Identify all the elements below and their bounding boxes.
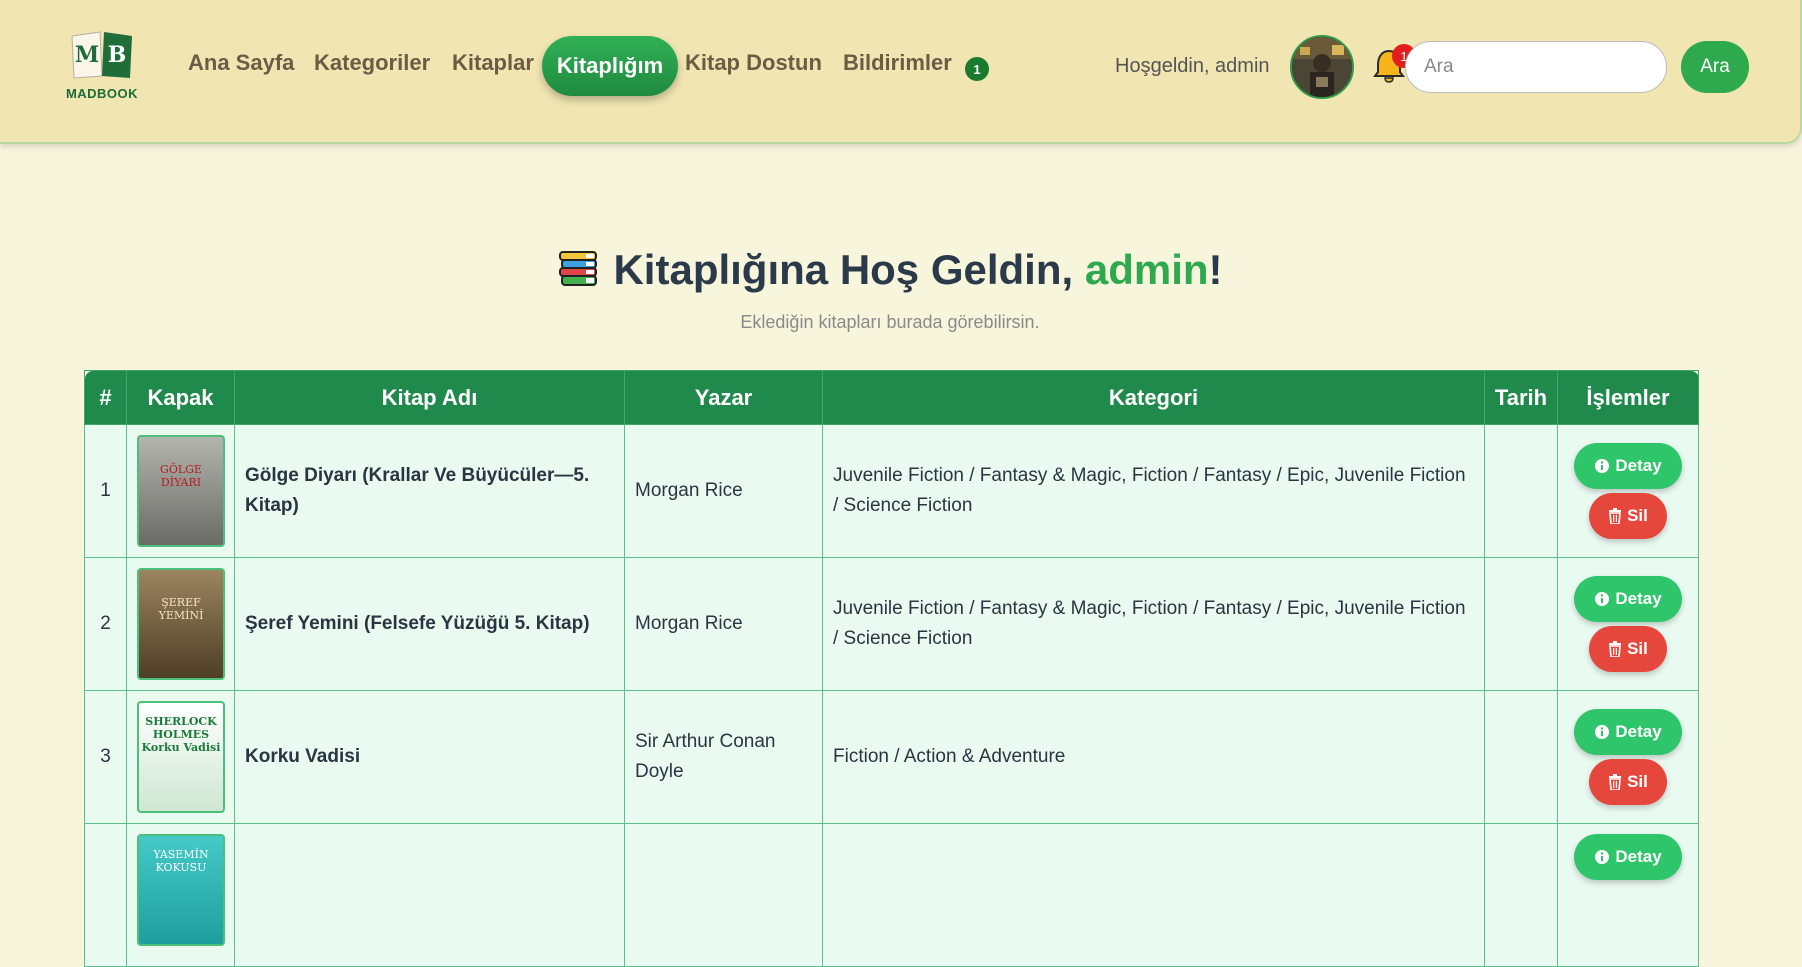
delete-label: Sil (1627, 772, 1648, 791)
info-icon (1595, 850, 1610, 864)
table-row: 1 GÖLGE DİYARI Gölge Diyarı (Krallar Ve … (84, 424, 1699, 558)
book-date (1484, 557, 1558, 691)
info-icon (1595, 725, 1610, 739)
cover-cell: YASEMİN KOKUSU (126, 823, 235, 967)
delete-button[interactable]: Sil (1589, 626, 1667, 672)
col-header-author[interactable]: Yazar (624, 370, 823, 425)
actions-cell: Detay Sil (1557, 557, 1699, 691)
table-row: 2 ŞEREF YEMİNİ Şeref Yemini (Felsefe Yüz… (84, 557, 1699, 691)
books-icon (559, 251, 598, 286)
cover-cell: GÖLGE DİYARI (126, 424, 235, 558)
trash-icon (1609, 508, 1622, 524)
svg-text:B: B (108, 42, 127, 68)
detail-label: Detay (1615, 847, 1662, 866)
page-title-suffix: ! (1208, 246, 1223, 293)
cover-title: SHERLOCK HOLMES Korku Vadisi (141, 715, 221, 754)
col-header-category[interactable]: Kategori (822, 370, 1485, 425)
search-button[interactable]: Ara (1681, 41, 1749, 93)
row-number: 3 (84, 690, 127, 824)
delete-button[interactable]: Sil (1589, 759, 1667, 805)
delete-button[interactable]: Sil (1589, 493, 1667, 539)
trash-icon (1609, 774, 1622, 790)
info-icon (1595, 592, 1610, 606)
avatar-image (1292, 37, 1352, 97)
detail-button[interactable]: Detay (1574, 443, 1682, 489)
nav-home[interactable]: Ana Sayfa (188, 50, 294, 76)
col-header-cover[interactable]: Kapak (126, 370, 235, 425)
logo[interactable]: M B MADBOOK (62, 28, 142, 104)
col-header-title[interactable]: Kitap Adı (234, 370, 625, 425)
col-header-date[interactable]: Tarih (1484, 370, 1558, 425)
navbar: M B MADBOOK Ana Sayfa Kategoriler Kitapl… (0, 0, 1802, 144)
detail-button[interactable]: Detay (1574, 834, 1682, 880)
nav-categories[interactable]: Kategoriler (314, 50, 430, 76)
actions-cell: Detay Sil (1557, 424, 1699, 558)
book-date (1484, 823, 1558, 967)
book-title: Korku Vadisi (234, 690, 625, 824)
nav-book-friend[interactable]: Kitap Dostun (685, 50, 822, 76)
page-title-prefix: Kitaplığına Hoş Geldin, (613, 246, 1085, 293)
cover-title: ŞEREF YEMİNİ (158, 596, 204, 622)
info-icon (1595, 459, 1610, 473)
actions-cell: Detay (1557, 823, 1699, 967)
row-number: 2 (84, 557, 127, 691)
table-header-row: # Kapak Kitap Adı Yazar Kategori Tarih İ… (84, 370, 1699, 425)
book-category (822, 823, 1485, 967)
nav-notifications[interactable]: Bildirimler (843, 50, 952, 76)
book-category: Juvenile Fiction / Fantasy & Magic, Fict… (822, 557, 1485, 691)
greeting-text: Hoşgeldin, admin (1115, 55, 1270, 77)
detail-button[interactable]: Detay (1574, 576, 1682, 622)
table-row: YASEMİN KOKUSU Detay (84, 823, 1699, 967)
row-number: 1 (84, 424, 127, 558)
book-cover[interactable]: YASEMİN KOKUSU (137, 834, 225, 946)
svg-text:M: M (75, 42, 99, 68)
detail-button[interactable]: Detay (1574, 709, 1682, 755)
page-subtitle: Eklediğin kitapları burada görebilirsin. (740, 312, 1040, 332)
trash-icon (1609, 641, 1622, 657)
cover-title: GÖLGE DİYARI (160, 463, 202, 489)
book-title: Şeref Yemini (Felsefe Yüzüğü 5. Kitap) (234, 557, 625, 691)
detail-label: Detay (1615, 589, 1662, 608)
book-title (234, 823, 625, 967)
book-author: Morgan Rice (624, 424, 823, 558)
book-cover[interactable]: GÖLGE DİYARI (137, 435, 225, 547)
book-logo-icon: M B (71, 31, 132, 79)
book-author: Morgan Rice (624, 557, 823, 691)
delete-label: Sil (1627, 506, 1648, 525)
col-header-actions[interactable]: İşlemler (1557, 370, 1699, 425)
book-title: Gölge Diyarı (Krallar Ve Büyücüler—5. Ki… (234, 424, 625, 558)
actions-cell: Detay Sil (1557, 690, 1699, 824)
avatar[interactable] (1290, 35, 1354, 99)
page-title-username: admin (1084, 246, 1209, 293)
page-title: Kitaplığına Hoş Geldin, admin! (0, 246, 1780, 294)
col-header-number[interactable]: # (84, 370, 127, 425)
book-author: Sir Arthur Conan Doyle (624, 690, 823, 824)
cover-cell: SHERLOCK HOLMES Korku Vadisi (126, 690, 235, 824)
book-cover[interactable]: SHERLOCK HOLMES Korku Vadisi (137, 701, 225, 813)
detail-label: Detay (1615, 722, 1662, 741)
notifications-count-badge: 1 (965, 57, 989, 81)
book-author (624, 823, 823, 967)
book-date (1484, 424, 1558, 558)
nav-my-library[interactable]: Kitaplığım (542, 36, 678, 96)
brand-name: MADBOOK (65, 86, 139, 101)
book-cover[interactable]: ŞEREF YEMİNİ (137, 568, 225, 680)
book-category: Fiction / Action & Adventure (822, 690, 1485, 824)
nav-books[interactable]: Kitaplar (452, 50, 534, 76)
detail-label: Detay (1615, 456, 1662, 475)
table-row: 3 SHERLOCK HOLMES Korku Vadisi Korku Vad… (84, 690, 1699, 824)
search-input[interactable] (1405, 41, 1667, 93)
book-category: Juvenile Fiction / Fantasy & Magic, Fict… (822, 424, 1485, 558)
library-table: # Kapak Kitap Adı Yazar Kategori Tarih İ… (84, 370, 1699, 967)
cover-title: YASEMİN KOKUSU (153, 848, 209, 874)
delete-label: Sil (1627, 639, 1648, 658)
row-number (84, 823, 127, 967)
cover-cell: ŞEREF YEMİNİ (126, 557, 235, 691)
book-date (1484, 690, 1558, 824)
